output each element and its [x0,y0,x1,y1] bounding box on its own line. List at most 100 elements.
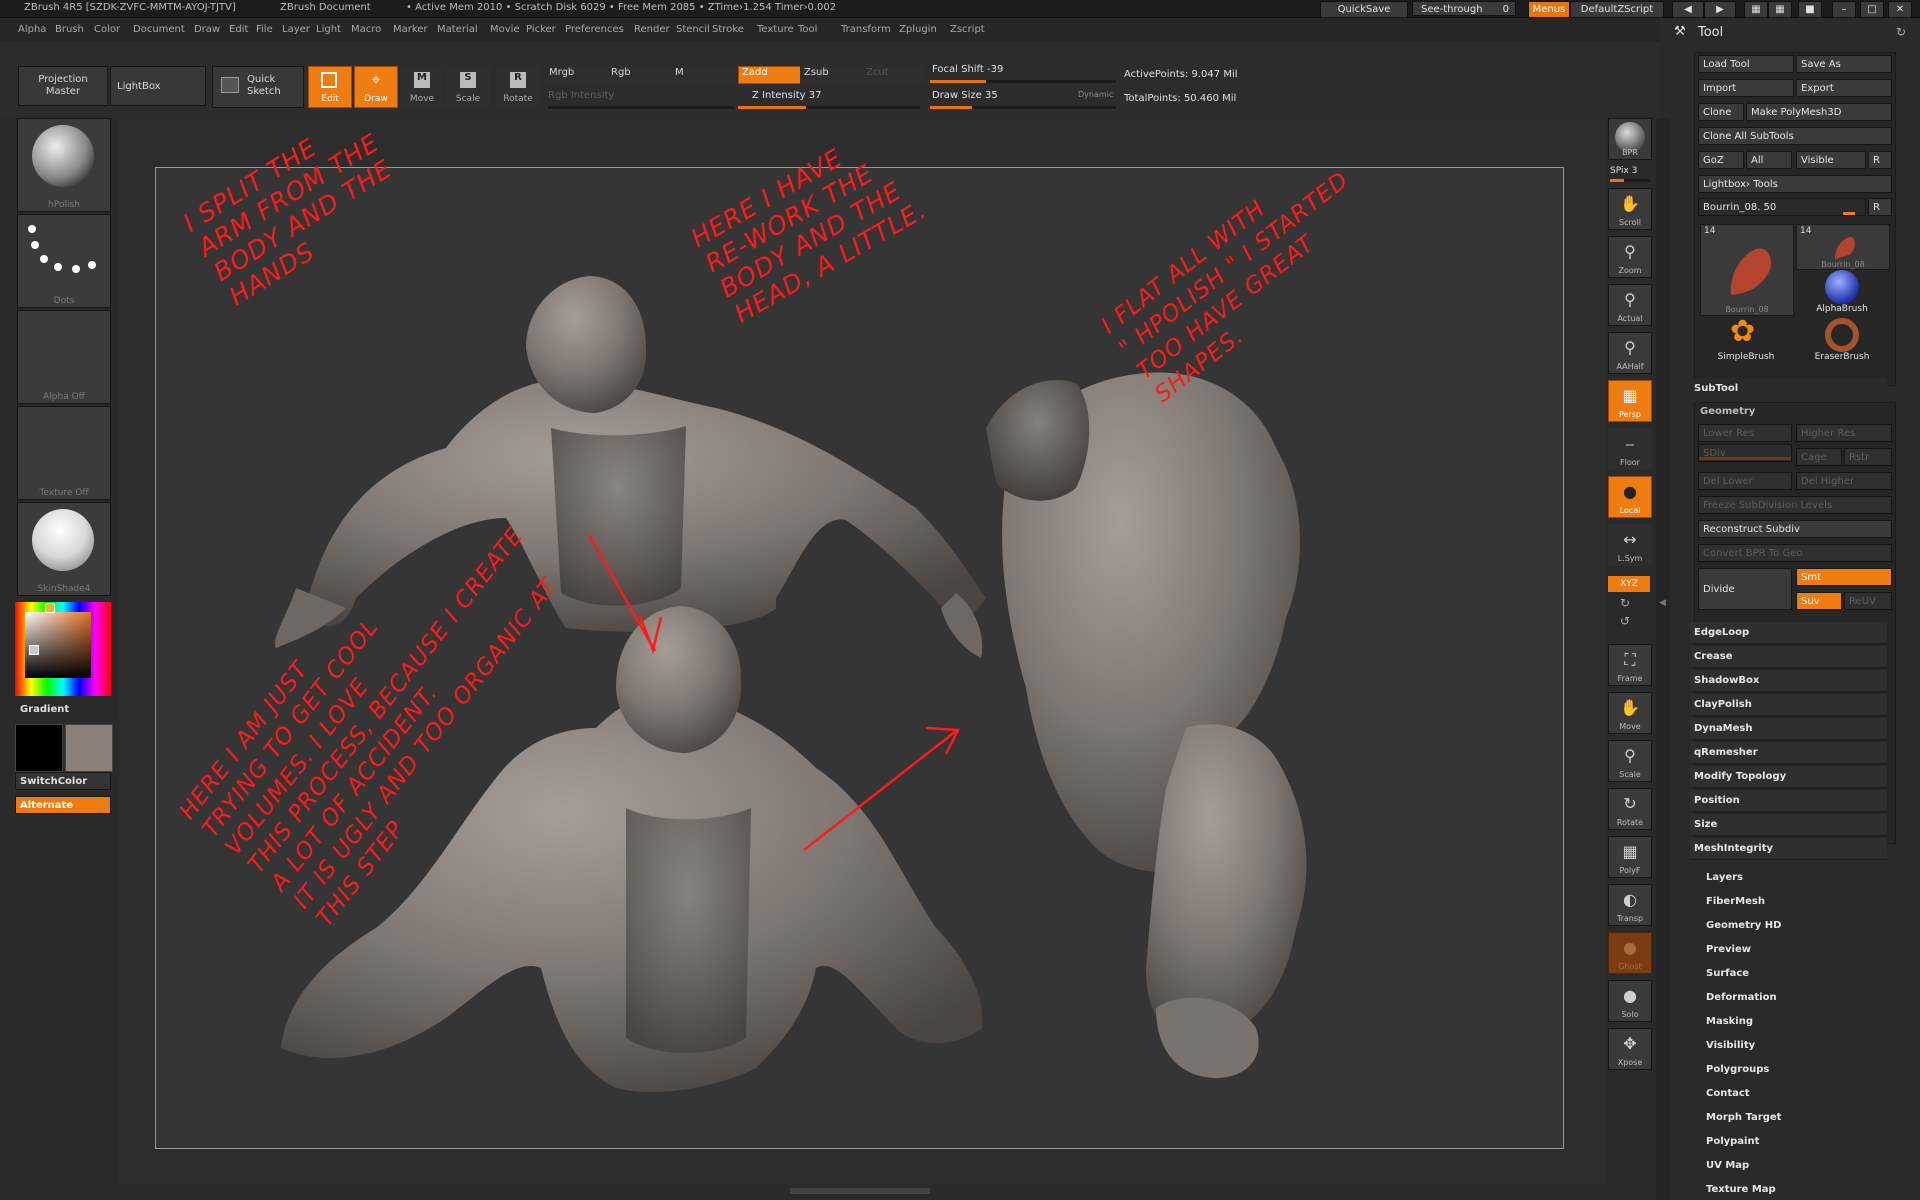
minimize-icon[interactable]: – [1832,1,1856,18]
rgb-intensity-slider[interactable]: Rgb Intensity [548,90,614,101]
spix-slider[interactable]: SPix 3 [1610,166,1637,176]
sdiv-slider[interactable]: SDiv [1698,444,1792,462]
load-tool-button[interactable]: Load Tool [1698,55,1794,73]
xyz-button[interactable]: XYZ [1608,576,1650,592]
goz-button[interactable]: GoZ [1698,151,1744,169]
brush-thumbnail[interactable]: hPolish [17,118,111,212]
tray-left-icon[interactable]: ◀ [1672,1,1704,18]
hue-marker[interactable] [45,603,55,613]
deformation-section[interactable]: Deformation [1706,992,1777,1003]
subtool-section[interactable]: SubTool [1690,378,1887,400]
suv-toggle[interactable]: Suv [1796,592,1842,610]
aahalf-button[interactable]: ⚲ AAHalf [1608,332,1652,374]
visibility-section[interactable]: Visibility [1706,1040,1755,1051]
position-section[interactable]: Position [1690,790,1887,812]
draw-size-slider[interactable]: Draw Size 35 [932,90,998,101]
menu-texture[interactable]: Texture [757,24,794,35]
preview-section[interactable]: Preview [1706,944,1751,955]
tool-palette-title[interactable]: Tool [1698,25,1723,40]
quick-sketch-button[interactable]: Quick Sketch [212,66,304,108]
transp-button[interactable]: ◐ Transp [1608,884,1652,926]
reuv-toggle[interactable]: ReUV [1844,592,1892,610]
tool-thumb-simplebrush[interactable]: ✿ SimpleBrush [1700,314,1792,364]
menu-picker[interactable]: Picker [526,24,556,35]
zcut-button[interactable]: Zcut [862,66,925,84]
export-button[interactable]: Export [1796,79,1892,97]
tool-thumb-eraserbrush[interactable]: EraserBrush [1796,318,1888,364]
menu-light[interactable]: Light [316,24,341,35]
masking-section[interactable]: Masking [1706,1016,1753,1027]
edit-button[interactable]: Edit [308,66,352,108]
smt-toggle[interactable]: Smt [1796,568,1892,586]
actual-button[interactable]: ⚲ Actual [1608,284,1652,326]
move-view-button[interactable]: ✋ Move [1608,692,1652,734]
color-marker[interactable] [29,645,39,655]
lock-icon[interactable]: ■ [1798,1,1822,18]
close-icon[interactable]: ✕ [1888,1,1912,18]
ghost-button[interactable]: ● Ghost [1608,932,1652,974]
lightbox-button[interactable]: LightBox [110,66,206,106]
lower-res-button[interactable]: Lower Res [1698,424,1792,442]
menu-marker[interactable]: Marker [393,24,428,35]
polypaint-section[interactable]: Polypaint [1706,1136,1759,1147]
bpr-button[interactable]: BPR [1608,118,1652,160]
restore-icon[interactable]: □ [1860,1,1884,18]
quicksave-button[interactable]: QuickSave [1320,1,1408,18]
secondary-color-swatch[interactable] [65,724,113,772]
scale-button[interactable]: S Scale [446,66,490,108]
stroke-thumbnail[interactable]: Dots [17,214,111,308]
switchcolor-button[interactable]: SwitchColor [15,772,111,790]
menu-document[interactable]: Document [133,24,185,35]
solo-button[interactable]: ● Solo [1608,980,1652,1022]
dynamic-toggle[interactable]: Dynamic [1078,90,1113,99]
spix-track[interactable] [1610,179,1650,182]
menu-layer[interactable]: Layer [282,24,310,35]
menu-render[interactable]: Render [634,24,670,35]
xpose-button[interactable]: ✥ Xpose [1608,1028,1652,1070]
current-tool-slider[interactable]: Bourrin_08. 50 [1698,198,1866,216]
rotate-y-icon[interactable]: ↻ [1620,596,1630,610]
scale-view-button[interactable]: ⚲ Scale [1608,740,1652,782]
reconstruct-subdiv-button[interactable]: Reconstruct Subdiv [1698,520,1892,538]
lsym-button[interactable]: ↔ L.Sym [1608,524,1652,566]
menu-file[interactable]: File [256,24,273,35]
local-button[interactable]: ● Local [1608,476,1652,518]
dynamesh-section[interactable]: DynaMesh [1690,718,1887,740]
freeze-subdivision-button[interactable]: Freeze SubDivision Levels [1698,496,1892,514]
texture-thumbnail[interactable]: Texture Off [17,406,111,500]
crease-section[interactable]: Crease [1690,646,1887,668]
refresh-icon[interactable]: ↻ [1896,25,1906,39]
menu-tool[interactable]: Tool [798,24,817,35]
rotate-z-icon[interactable]: ↺ [1620,614,1630,628]
menu-transform[interactable]: Transform [841,24,891,35]
material-thumbnail[interactable]: SkinShade4 [17,502,111,596]
shadowbox-section[interactable]: ShadowBox [1690,670,1887,692]
menu-draw[interactable]: Draw [194,24,220,35]
menu-color[interactable]: Color [94,24,120,35]
fibermesh-section[interactable]: FiberMesh [1706,896,1765,907]
del-higher-button[interactable]: Del Higher [1796,472,1892,490]
menu-material[interactable]: Material [437,24,478,35]
del-lower-button[interactable]: Del Lower [1698,472,1792,490]
alternate-button[interactable]: Alternate [15,796,111,814]
alpha-thumbnail[interactable]: Alpha Off [17,310,111,404]
menu-preferences[interactable]: Preferences [565,24,624,35]
z-intensity-track[interactable] [738,106,920,109]
menu-zplugin[interactable]: Zplugin [899,24,937,35]
m-button[interactable]: M [672,66,738,84]
lightbox-tools-button[interactable]: Lightbox› Tools [1698,175,1892,193]
menu-zscript[interactable]: Zscript [950,24,985,35]
current-tool-r-button[interactable]: R [1868,198,1892,216]
polyf-button[interactable]: ▦ PolyF [1608,836,1652,878]
tool-thumb-bourrin-main[interactable]: 14 Bourrin_08 [1700,224,1794,316]
zoom-button[interactable]: ⚲ Zoom [1608,236,1652,278]
tool-thumb-alphabrush[interactable]: AlphaBrush [1796,270,1888,316]
layers-section[interactable]: Layers [1706,872,1743,883]
menu-stroke[interactable]: Stroke [712,24,744,35]
clone-button[interactable]: Clone [1698,103,1744,121]
rstr-button[interactable]: Rstr [1844,448,1892,466]
rotate-button[interactable]: R Rotate [496,66,540,108]
bottom-scroll-handle[interactable] [790,1188,930,1194]
uv-map-section[interactable]: UV Map [1706,1160,1749,1171]
palette-divider[interactable]: ◀ [1656,118,1670,1200]
